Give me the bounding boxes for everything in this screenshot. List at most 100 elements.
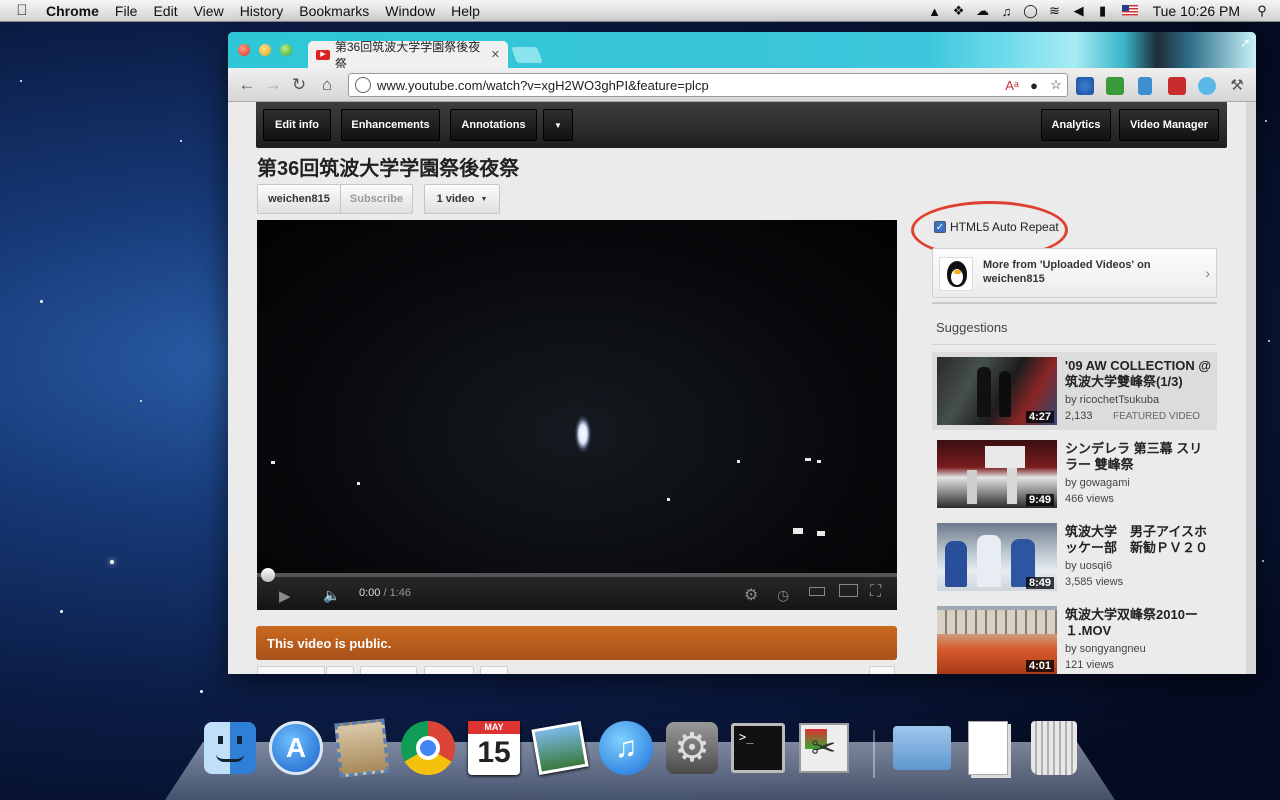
stats-button[interactable] bbox=[869, 666, 895, 674]
video-light bbox=[737, 460, 740, 463]
close-tab-icon[interactable]: ✕ bbox=[491, 48, 500, 61]
extension-icon[interactable] bbox=[1076, 77, 1094, 95]
cloud-icon[interactable]: ☁ bbox=[971, 3, 995, 19]
extension-icon[interactable] bbox=[1106, 77, 1124, 95]
desktop-star bbox=[140, 400, 142, 402]
app-store-icon[interactable]: A bbox=[266, 718, 326, 778]
itunes-icon[interactable]: ♫ bbox=[596, 718, 656, 778]
minimize-window-button[interactable] bbox=[259, 44, 271, 56]
suggestion-thumbnail[interactable]: 4:01 bbox=[937, 606, 1057, 674]
suggestion-item[interactable]: 8:49 筑波大学 男子アイスホッケー部 新勧ＰＶ２０ by uosqi6 3,… bbox=[932, 518, 1217, 596]
video-frame[interactable] bbox=[257, 220, 897, 573]
chat-bubble-icon[interactable]: ◯ bbox=[1019, 3, 1043, 19]
lightbulb-icon[interactable]: ● bbox=[1023, 78, 1045, 93]
finder-icon[interactable] bbox=[200, 718, 260, 778]
uploader-button[interactable]: weichen815 bbox=[257, 184, 341, 214]
documents-folder-icon[interactable] bbox=[892, 718, 952, 778]
extension-icon[interactable] bbox=[1168, 77, 1186, 95]
dropbox-icon[interactable]: ❖ bbox=[947, 3, 971, 19]
suggestion-title[interactable]: 筑波大学 男子アイスホッケー部 新勧ＰＶ２０ bbox=[1065, 524, 1215, 556]
back-icon[interactable]: ← bbox=[236, 74, 258, 96]
fullscreen-icon[interactable]: ↗ bbox=[1240, 36, 1250, 50]
more-dropdown-button[interactable]: ▼ bbox=[543, 109, 573, 141]
menu-help[interactable]: Help bbox=[443, 0, 488, 22]
terminal-icon[interactable]: >_ bbox=[728, 718, 788, 778]
forward-icon[interactable]: → bbox=[262, 74, 284, 96]
zoom-window-button[interactable] bbox=[280, 44, 292, 56]
menu-view[interactable]: View bbox=[186, 0, 232, 22]
translate-icon[interactable]: Aᵃ bbox=[1001, 78, 1023, 93]
suggestion-thumbnail[interactable]: 4:27 bbox=[937, 357, 1057, 425]
video-count-label: 1 video bbox=[436, 193, 475, 205]
system-preferences-icon[interactable]: ⚙ bbox=[662, 718, 722, 778]
tab-youtube-video[interactable]: ▶ 第36回筑波大学学園祭後夜祭 ✕ bbox=[308, 40, 508, 71]
video-manager-button[interactable]: Video Manager bbox=[1119, 109, 1219, 141]
suggestion-item[interactable]: 9:49 シンデレラ 第三幕 スリラー 雙峰祭 by gowagami 466 … bbox=[932, 435, 1217, 513]
google-drive-icon[interactable]: ▲ bbox=[923, 4, 947, 19]
trash-icon[interactable] bbox=[1024, 718, 1084, 778]
suggestion-item[interactable]: 4:01 筑波大学双峰祭2010ー１.MOV by songyangneu 12… bbox=[932, 601, 1217, 674]
menu-history[interactable]: History bbox=[232, 0, 292, 22]
extension-icon[interactable] bbox=[1138, 77, 1152, 95]
more-from-uploader-button[interactable]: More from 'Uploaded Videos' on weichen81… bbox=[932, 248, 1217, 298]
color-wheel-icon[interactable] bbox=[1202, 77, 1220, 95]
share-button[interactable] bbox=[424, 666, 474, 674]
scrubber-handle[interactable] bbox=[261, 568, 275, 582]
volume-icon[interactable]: ◀ bbox=[1067, 3, 1091, 19]
home-icon[interactable]: ⌂ bbox=[316, 74, 338, 96]
analytics-button[interactable]: Analytics bbox=[1041, 109, 1111, 141]
runway-figure bbox=[999, 371, 1011, 417]
close-window-button[interactable] bbox=[238, 44, 250, 56]
menu-app-name[interactable]: Chrome bbox=[44, 0, 107, 22]
suggestion-thumbnail[interactable]: 8:49 bbox=[937, 523, 1057, 591]
suggestion-title[interactable]: '09 AW COLLECTION @ 筑波大学雙峰祭(1/3) bbox=[1065, 358, 1215, 390]
settings-gear-icon[interactable]: ⚙ bbox=[744, 585, 758, 605]
suggestion-item[interactable]: 4:27 '09 AW COLLECTION @ 筑波大学雙峰祭(1/3) by… bbox=[932, 352, 1217, 430]
add-to-button[interactable] bbox=[360, 666, 417, 674]
watch-later-icon[interactable]: ◷ bbox=[777, 587, 789, 604]
small-player-icon[interactable] bbox=[809, 587, 825, 596]
suggestion-title[interactable]: シンデレラ 第三幕 スリラー 雙峰祭 bbox=[1065, 441, 1215, 473]
annotations-button[interactable]: Annotations bbox=[450, 109, 537, 141]
menu-edit[interactable]: Edit bbox=[145, 0, 185, 22]
url-text[interactable]: www.youtube.com/watch?v=xgH2WO3ghPI&feat… bbox=[377, 78, 709, 93]
subscribe-button[interactable]: Subscribe bbox=[340, 184, 413, 214]
video-player[interactable]: ▶ 🔈 0:00 / 1:46 ⚙ ◷ ⛶ bbox=[257, 220, 897, 610]
time-display: 0:00 / 1:46 bbox=[359, 587, 411, 599]
menu-window[interactable]: Window bbox=[377, 0, 443, 22]
menu-clock[interactable]: Tue 10:26 PM bbox=[1145, 3, 1250, 19]
document-stack-icon[interactable] bbox=[958, 718, 1018, 778]
wifi-icon[interactable]: ≋ bbox=[1043, 3, 1067, 19]
battery-icon[interactable]: ▮ bbox=[1091, 3, 1115, 19]
large-player-icon[interactable] bbox=[839, 584, 858, 597]
grab-icon[interactable]: ✂ bbox=[794, 718, 854, 778]
address-bar[interactable]: www.youtube.com/watch?v=xgH2WO3ghPI&feat… bbox=[348, 73, 1068, 97]
enhancements-button[interactable]: Enhancements bbox=[341, 109, 440, 141]
mail-icon[interactable] bbox=[332, 718, 392, 778]
fullscreen-icon[interactable]: ⛶ bbox=[870, 583, 881, 601]
reload-icon[interactable]: ↻ bbox=[288, 74, 310, 96]
new-tab-button[interactable] bbox=[511, 47, 543, 63]
dislike-button[interactable] bbox=[326, 666, 354, 674]
video-light bbox=[667, 498, 670, 501]
menu-bookmarks[interactable]: Bookmarks bbox=[291, 0, 377, 22]
progress-bar[interactable] bbox=[257, 568, 897, 582]
apple-icon[interactable]:  bbox=[0, 2, 44, 19]
like-button[interactable] bbox=[257, 666, 325, 674]
wrench-icon[interactable]: ⚒ bbox=[1228, 77, 1246, 95]
calendar-icon[interactable]: MAY 15 bbox=[464, 718, 524, 778]
flag-icon[interactable] bbox=[1115, 4, 1145, 19]
suggestion-thumbnail[interactable]: 9:49 bbox=[937, 440, 1057, 508]
video-count-button[interactable]: 1 video ▼ bbox=[424, 184, 500, 214]
menu-file[interactable]: File bbox=[107, 0, 146, 22]
bookmark-star-icon[interactable]: ☆ bbox=[1045, 77, 1067, 93]
chrome-icon[interactable] bbox=[398, 718, 458, 778]
volume-icon[interactable]: 🔈 bbox=[323, 587, 340, 604]
edit-info-button[interactable]: Edit info bbox=[263, 109, 331, 141]
play-icon[interactable]: ▶ bbox=[279, 587, 291, 605]
iphoto-icon[interactable] bbox=[530, 718, 590, 778]
itunes-icon[interactable]: ♫ bbox=[995, 4, 1019, 19]
suggestion-title[interactable]: 筑波大学双峰祭2010ー１.MOV bbox=[1065, 607, 1215, 639]
spotlight-icon[interactable]: ⚲ bbox=[1250, 3, 1274, 19]
flag-button[interactable] bbox=[480, 666, 508, 674]
